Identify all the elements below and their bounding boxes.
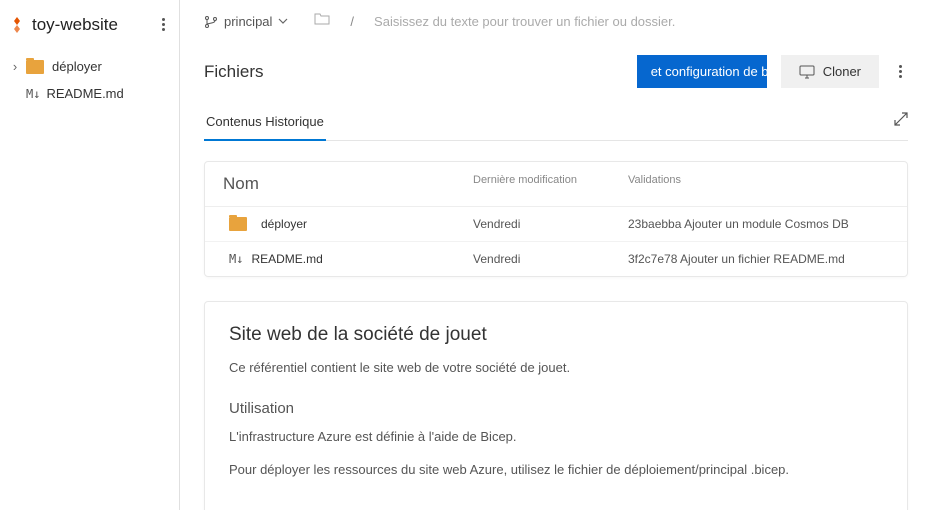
tree-item-label: déployer <box>52 59 102 74</box>
readme-section-heading: Utilisation <box>229 400 883 417</box>
folder-outline-icon[interactable] <box>314 12 330 31</box>
main-content: principal / Fichiers et configuration de… <box>180 0 932 510</box>
clone-button[interactable]: Cloner <box>781 55 879 88</box>
page-header: Fichiers et configuration de b Cloner <box>204 47 908 108</box>
branch-icon <box>204 15 218 29</box>
tree-item-label: README.md <box>46 86 123 101</box>
row-name-label: README.md <box>251 252 322 266</box>
readme-paragraph: Pour déployer les ressources du site web… <box>229 460 883 480</box>
path-search-input[interactable] <box>374 14 908 29</box>
fullscreen-icon[interactable] <box>894 112 908 137</box>
readme-paragraph: L'infrastructure Azure est définie à l'a… <box>229 427 883 447</box>
tabs: Contenus Historique <box>204 108 908 141</box>
branch-name: principal <box>224 14 272 29</box>
readme-title: Site web de la société de jouet <box>229 324 883 346</box>
breadcrumb-separator: / <box>350 14 354 29</box>
folder-icon <box>229 217 247 231</box>
row-commit: 3f2c7e78 Ajouter un fichier README.md <box>628 252 889 266</box>
file-table: Nom Dernière modification Validations dé… <box>204 161 908 277</box>
config-build-button[interactable]: et configuration de b <box>637 55 767 88</box>
table-row[interactable]: M↓ README.md Vendredi 3f2c7e78 Ajouter u… <box>205 241 907 276</box>
tab-contents[interactable]: Contenus Historique <box>204 108 326 141</box>
table-header: Nom Dernière modification Validations <box>205 162 907 207</box>
clone-label: Cloner <box>823 64 861 79</box>
repo-more-icon[interactable] <box>156 12 171 37</box>
sidebar: toy-website › déployer M↓ README.md <box>0 0 180 510</box>
col-header-name[interactable]: Nom <box>223 174 473 194</box>
tree-folder-item[interactable]: › déployer <box>0 53 179 80</box>
chevron-down-icon <box>278 14 288 29</box>
branch-selector[interactable]: principal <box>204 14 288 29</box>
table-row[interactable]: déployer Vendredi 23baebba Ajouter un mo… <box>205 207 907 241</box>
markdown-icon: M↓ <box>229 252 243 266</box>
folder-icon <box>26 60 44 74</box>
top-bar: principal / <box>204 8 908 47</box>
repo-title: toy-website <box>32 15 156 35</box>
col-header-modified[interactable]: Dernière modification <box>473 174 628 194</box>
repo-icon <box>8 16 26 34</box>
row-name-label: déployer <box>261 217 307 231</box>
repo-header: toy-website <box>0 8 179 49</box>
readme-panel: Site web de la société de jouet Ce référ… <box>204 301 908 510</box>
page-title: Fichiers <box>204 62 264 82</box>
monitor-icon <box>799 65 815 79</box>
row-modified: Vendredi <box>473 217 628 231</box>
chevron-right-icon: › <box>8 59 22 74</box>
row-commit: 23baebba Ajouter un module Cosmos DB <box>628 217 889 231</box>
col-header-commits[interactable]: Validations <box>628 174 889 194</box>
tree-file-item[interactable]: M↓ README.md <box>0 80 179 107</box>
row-modified: Vendredi <box>473 252 628 266</box>
file-tree: › déployer M↓ README.md <box>0 49 179 111</box>
readme-intro: Ce référentiel contient le site web de v… <box>229 358 883 378</box>
markdown-icon: M↓ <box>26 87 40 101</box>
header-more-icon[interactable] <box>893 59 908 84</box>
header-actions: et configuration de b Cloner <box>637 55 908 88</box>
